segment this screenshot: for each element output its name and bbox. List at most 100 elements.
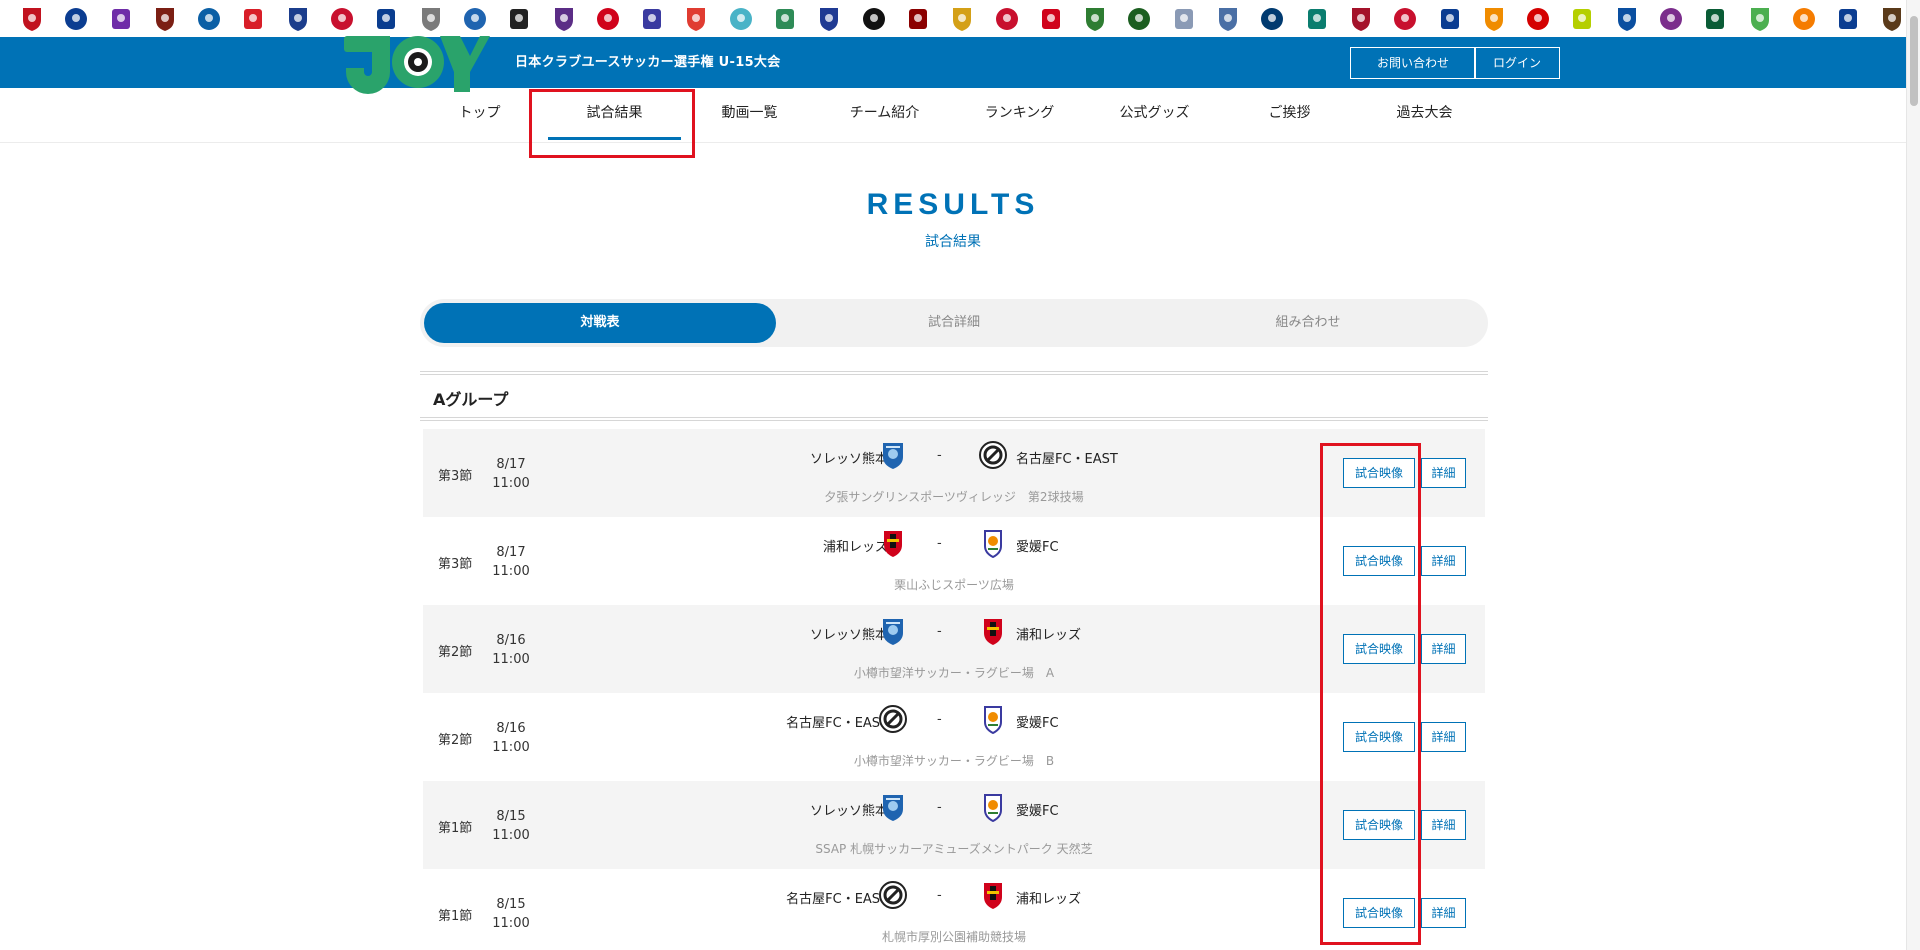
match-round: 第1節 xyxy=(438,909,473,924)
nav-results[interactable]: 試合結果 xyxy=(547,88,682,143)
match-score: - xyxy=(937,448,942,463)
team-emblem-icon[interactable] xyxy=(1303,5,1331,33)
roasso-crest-icon xyxy=(883,619,903,645)
team-emblem-icon[interactable] xyxy=(1347,5,1375,33)
team-emblem-icon[interactable] xyxy=(815,5,843,33)
team-emblem-icon[interactable] xyxy=(1391,5,1419,33)
match-detail-button[interactable]: 詳細 xyxy=(1421,898,1466,928)
contact-button[interactable]: お問い合わせ xyxy=(1350,47,1476,79)
tab-pairings[interactable]: 組み合わせ xyxy=(1132,303,1484,343)
match-detail-button[interactable]: 詳細 xyxy=(1421,722,1466,752)
match-detail-button[interactable]: 詳細 xyxy=(1421,546,1466,576)
team-emblem-icon[interactable] xyxy=(948,5,976,33)
match-date: 8/16 xyxy=(496,633,526,648)
team-emblem-icon[interactable] xyxy=(18,5,46,33)
team-emblem-icon[interactable] xyxy=(1568,5,1596,33)
nav-goods[interactable]: 公式グッズ xyxy=(1087,88,1222,143)
match-score: - xyxy=(937,624,942,639)
nagoya-fc-east-crest-icon xyxy=(979,441,1007,469)
roasso-crest-icon xyxy=(883,795,903,821)
login-button[interactable]: ログイン xyxy=(1474,47,1560,79)
match-video-button[interactable]: 試合映像 xyxy=(1343,722,1415,752)
team-emblem-icon[interactable] xyxy=(151,5,179,33)
site-title: 日本クラブユースサッカー選手権 U-15大会 xyxy=(515,55,781,70)
team-emblem-icon[interactable] xyxy=(1613,5,1641,33)
nav-greeting[interactable]: ご挨拶 xyxy=(1222,88,1357,143)
team-emblem-icon[interactable] xyxy=(993,5,1021,33)
team-emblem-icon[interactable] xyxy=(505,5,533,33)
match-venue: SSAP 札幌サッカーアミューズメントパーク 天然芝 xyxy=(815,842,1093,856)
match-video-button[interactable]: 試合映像 xyxy=(1343,458,1415,488)
team-emblem-icon[interactable] xyxy=(1081,5,1109,33)
match-row: 第1節 8/15 11:00 ソレッソ熊本 - 愛媛FC SSAP 札幌サッカーア… xyxy=(423,781,1485,869)
away-team-name: 浦和レッズ xyxy=(1016,892,1082,907)
team-emblem-icon[interactable] xyxy=(1436,5,1464,33)
team-emblem-icon[interactable] xyxy=(594,5,622,33)
team-emblem-icon[interactable] xyxy=(904,5,932,33)
match-detail-button[interactable]: 詳細 xyxy=(1421,458,1466,488)
nav-videos[interactable]: 動画一覧 xyxy=(682,88,817,143)
match-detail-button[interactable]: 詳細 xyxy=(1421,634,1466,664)
team-emblem-icon[interactable] xyxy=(727,5,755,33)
results-view-tabs: 対戦表 試合詳細 組み合わせ xyxy=(420,299,1488,347)
home-team-name: 名古屋FC・EAST xyxy=(786,892,888,907)
team-emblem-icon[interactable] xyxy=(860,5,888,33)
team-emblem-icon[interactable] xyxy=(1258,5,1286,33)
match-row: 第2節 8/16 11:00 ソレッソ熊本 - 浦和レッズ 小樽市望洋サッカー・ラ… xyxy=(423,605,1485,693)
match-video-button[interactable]: 試合映像 xyxy=(1343,810,1415,840)
home-team-name: 名古屋FC・EAST xyxy=(786,716,888,731)
team-emblem-icon[interactable] xyxy=(1214,5,1242,33)
nav-ranking[interactable]: ランキング xyxy=(952,88,1087,143)
team-emblem-icon[interactable] xyxy=(461,5,489,33)
match-round: 第3節 xyxy=(438,557,473,572)
team-emblem-icon[interactable] xyxy=(550,5,578,33)
team-emblem-icon[interactable] xyxy=(1746,5,1774,33)
joy-logo[interactable] xyxy=(342,30,492,94)
team-emblem-icon[interactable] xyxy=(417,5,445,33)
team-emblem-icon[interactable] xyxy=(239,5,267,33)
team-emblem-icon[interactable] xyxy=(62,5,90,33)
nav-past-tournaments[interactable]: 過去大会 xyxy=(1357,88,1492,143)
tab-match-details[interactable]: 試合詳細 xyxy=(778,303,1130,343)
match-venue: 小樽市望洋サッカー・ラグビー場 A xyxy=(853,666,1055,680)
ehime-fc-crest-icon xyxy=(984,530,1002,558)
match-venue: 札幌市厚別公園補助競技場 xyxy=(881,930,1026,944)
away-team-name: 愛媛FC xyxy=(1016,716,1059,731)
match-video-button[interactable]: 試合映像 xyxy=(1343,634,1415,664)
group-divider-bottom xyxy=(420,417,1488,418)
page-scrollbar[interactable] xyxy=(1906,0,1920,950)
team-emblem-icon[interactable] xyxy=(284,5,312,33)
team-emblem-icon[interactable] xyxy=(1834,5,1862,33)
match-date: 8/16 xyxy=(496,721,526,736)
match-video-button[interactable]: 試合映像 xyxy=(1343,546,1415,576)
main-nav: トップ 試合結果 動画一覧 チーム紹介 ランキング 公式グッズ ご挨拶 過去大会 xyxy=(0,88,1906,143)
team-emblem-icon[interactable] xyxy=(1480,5,1508,33)
team-emblem-icon[interactable] xyxy=(195,5,223,33)
match-score: - xyxy=(937,888,942,903)
team-emblem-icon[interactable] xyxy=(372,5,400,33)
team-emblem-icon[interactable] xyxy=(771,5,799,33)
match-score: - xyxy=(937,536,942,551)
team-emblem-icon[interactable] xyxy=(1790,5,1818,33)
team-emblem-icon[interactable] xyxy=(1701,5,1729,33)
team-emblem-icon[interactable] xyxy=(638,5,666,33)
team-emblem-icon[interactable] xyxy=(1878,5,1906,33)
team-emblem-icon[interactable] xyxy=(1524,5,1552,33)
match-video-button[interactable]: 試合映像 xyxy=(1343,898,1415,928)
team-emblem-icon[interactable] xyxy=(1037,5,1065,33)
team-emblem-icon[interactable] xyxy=(107,5,135,33)
team-emblem-icon[interactable] xyxy=(682,5,710,33)
team-emblem-icon[interactable] xyxy=(1657,5,1685,33)
nav-teams[interactable]: チーム紹介 xyxy=(817,88,952,143)
match-venue: 夕張サングリンスポーツヴィレッジ 第2球技場 xyxy=(824,490,1084,504)
team-emblem-icon[interactable] xyxy=(1125,5,1153,33)
match-detail-button[interactable]: 詳細 xyxy=(1421,810,1466,840)
nagoya-fc-east-crest-icon xyxy=(879,881,907,909)
nav-top[interactable]: トップ xyxy=(412,88,547,143)
match-row: 第2節 8/16 11:00 名古屋FC・EAST - 愛媛FC 小樽市望洋サッカ… xyxy=(423,693,1485,781)
scrollbar-thumb[interactable] xyxy=(1910,16,1918,106)
team-emblem-icon[interactable] xyxy=(328,5,356,33)
tab-match-table[interactable]: 対戦表 xyxy=(424,303,776,343)
home-team-name: ソレッソ熊本 xyxy=(809,804,888,819)
team-emblem-icon[interactable] xyxy=(1170,5,1198,33)
